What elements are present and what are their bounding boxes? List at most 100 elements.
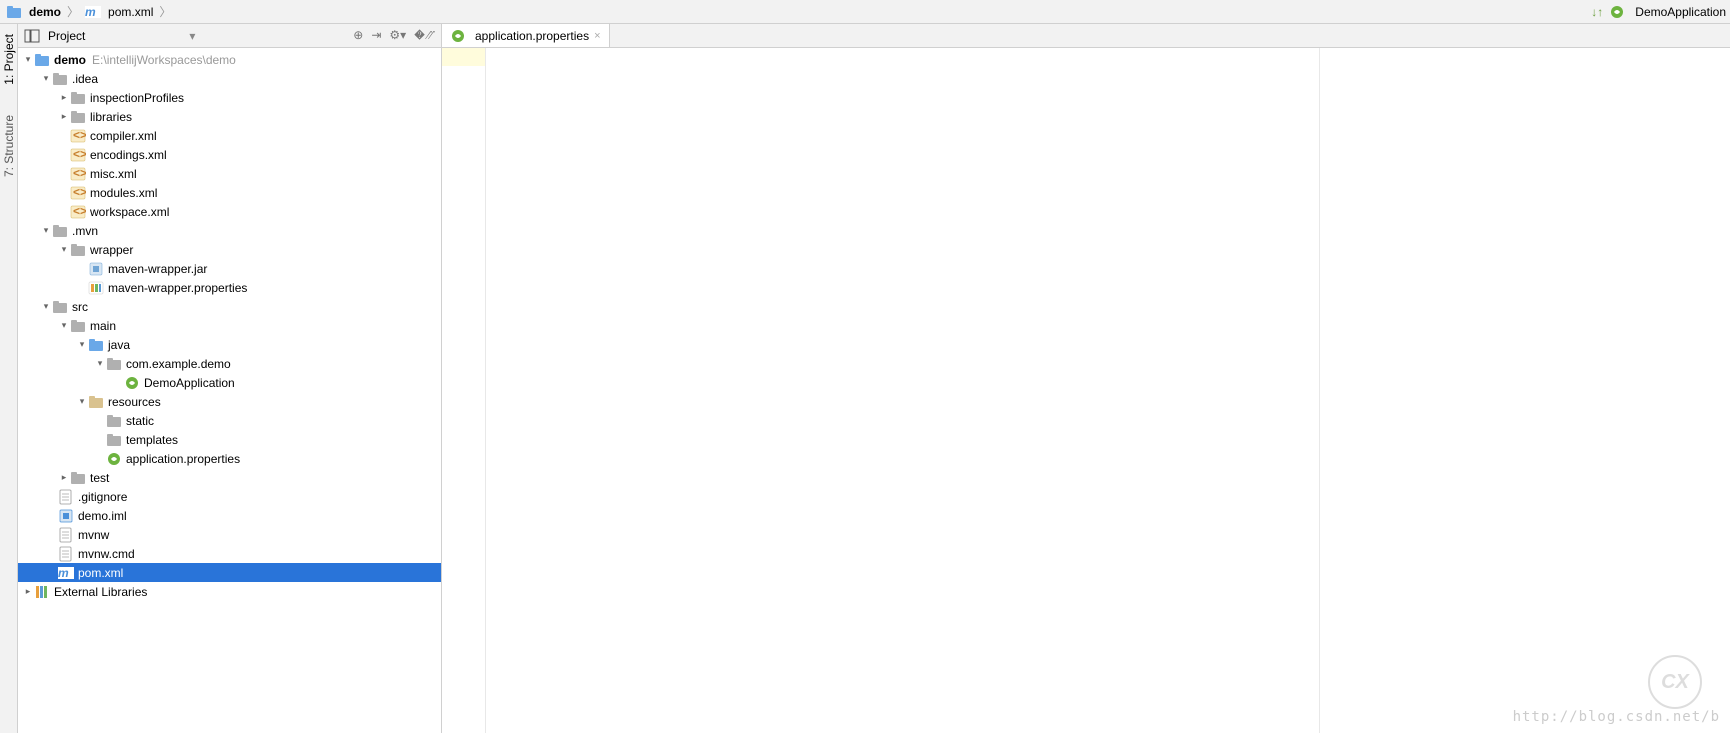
tree-node-pom[interactable]: pom.xml	[18, 563, 441, 582]
chevron-down-icon[interactable]: ▾	[40, 73, 52, 84]
tree-node-workspace[interactable]: workspace.xml	[18, 202, 441, 221]
tree-label: pom.xml	[78, 566, 123, 580]
chevron-down-icon[interactable]: ▾	[40, 225, 52, 236]
tree-node-mvn[interactable]: ▾ .mvn	[18, 221, 441, 240]
tree-label: mvnw	[78, 528, 109, 542]
chevron-right-icon[interactable]: ▸	[22, 586, 34, 597]
xml-icon	[70, 147, 86, 163]
tree-node-demoiml[interactable]: demo.iml	[18, 506, 441, 525]
gutter-highlight	[442, 48, 485, 66]
tree-label: static	[126, 414, 154, 428]
project-panel: Project ▾ ⊕ ⇥ ⚙▾ �⳼ ▾ demo E:\intellijWo…	[18, 24, 442, 733]
folder-icon	[52, 223, 68, 239]
chevron-down-icon[interactable]: ▾	[76, 339, 88, 350]
target-icon[interactable]: ⊕	[353, 28, 363, 43]
breadcrumb-label: demo	[29, 5, 61, 19]
tree-label: encodings.xml	[90, 148, 167, 162]
xml-icon	[70, 128, 86, 144]
editor-tab[interactable]: application.properties ×	[442, 24, 610, 47]
tree-node-mvnw[interactable]: mvnw	[18, 525, 441, 544]
resources-folder-icon	[88, 394, 104, 410]
folder-icon	[6, 4, 22, 20]
chevron-down-icon[interactable]: ▾	[40, 301, 52, 312]
dropdown-icon[interactable]: ▾	[189, 29, 195, 43]
xml-icon	[70, 166, 86, 182]
editor-content[interactable]	[486, 48, 1320, 733]
breadcrumb-item-root[interactable]: demo	[4, 4, 63, 20]
xml-icon	[70, 204, 86, 220]
tree-label: mvnw.cmd	[78, 547, 135, 561]
folder-icon	[52, 299, 68, 315]
tool-tab-structure[interactable]: 7: Structure	[2, 115, 16, 177]
tree-label: application.properties	[126, 452, 240, 466]
tree-node-resources[interactable]: ▾ resources	[18, 392, 441, 411]
chevron-right-icon[interactable]: ▸	[58, 472, 70, 483]
folder-icon	[70, 470, 86, 486]
breadcrumb: demo 〉 pom.xml 〉	[4, 3, 173, 20]
breadcrumb-item-file[interactable]: pom.xml	[83, 4, 155, 20]
tree-node-extlib[interactable]: ▸ External Libraries	[18, 582, 441, 601]
tree-node-encodings[interactable]: encodings.xml	[18, 145, 441, 164]
project-panel-header: Project ▾ ⊕ ⇥ ⚙▾ �⳼	[18, 24, 441, 48]
chevron-down-icon[interactable]: ▾	[58, 320, 70, 331]
tree-node-src[interactable]: ▾ src	[18, 297, 441, 316]
chevron-down-icon[interactable]: ▾	[94, 358, 106, 369]
tree-node-package[interactable]: ▾ com.example.demo	[18, 354, 441, 373]
tree-node-wrapper[interactable]: ▾ wrapper	[18, 240, 441, 259]
tree-node-misc[interactable]: misc.xml	[18, 164, 441, 183]
tree-node-gitignore[interactable]: .gitignore	[18, 487, 441, 506]
tree-node-static[interactable]: static	[18, 411, 441, 430]
folder-icon	[106, 432, 122, 448]
tree-node-test[interactable]: ▸ test	[18, 468, 441, 487]
file-icon	[58, 546, 74, 562]
editor-area: application.properties ×	[442, 24, 1730, 733]
tree-node-demoapp[interactable]: DemoApplication	[18, 373, 441, 392]
tree-node-templates[interactable]: templates	[18, 430, 441, 449]
tree-node-inspection[interactable]: ▸ inspectionProfiles	[18, 88, 441, 107]
tool-tab-label: 7: Structure	[2, 115, 16, 177]
chevron-down-icon[interactable]: ▾	[76, 396, 88, 407]
tree-label: wrapper	[90, 243, 133, 257]
tree-label: maven-wrapper.jar	[108, 262, 207, 276]
breadcrumb-bar: demo 〉 pom.xml 〉 ↓↑ DemoApplication	[0, 0, 1730, 24]
tree-node-appprops[interactable]: application.properties	[18, 449, 441, 468]
editor-tab-bar: application.properties ×	[442, 24, 1730, 48]
tree-label: demo	[54, 53, 86, 67]
tree-node-main[interactable]: ▾ main	[18, 316, 441, 335]
tree-node-compiler[interactable]: compiler.xml	[18, 126, 441, 145]
tree-node-java[interactable]: ▾ java	[18, 335, 441, 354]
project-tree[interactable]: ▾ demo E:\intellijWorkspaces\demo ▾ .ide…	[18, 48, 441, 733]
tree-node-libraries[interactable]: ▸ libraries	[18, 107, 441, 126]
tree-node-mvnjar[interactable]: maven-wrapper.jar	[18, 259, 441, 278]
tree-label: inspectionProfiles	[90, 91, 184, 105]
tree-label: DemoApplication	[144, 376, 235, 390]
package-icon	[106, 356, 122, 372]
chevron-right-icon[interactable]: ▸	[58, 92, 70, 103]
chevron-down-icon[interactable]: ▾	[22, 54, 34, 65]
tree-label: src	[72, 300, 88, 314]
file-icon	[58, 527, 74, 543]
collapse-all-icon[interactable]: ⇥	[371, 28, 381, 43]
hide-icon[interactable]: �⳼	[414, 28, 435, 43]
editor-body[interactable]	[442, 48, 1730, 733]
tree-node-mvnprops[interactable]: maven-wrapper.properties	[18, 278, 441, 297]
tree-label: .mvn	[72, 224, 98, 238]
chevron-right-icon[interactable]: ▸	[58, 111, 70, 122]
gear-icon[interactable]: ⚙▾	[389, 28, 406, 43]
tree-node-mvnwcmd[interactable]: mvnw.cmd	[18, 544, 441, 563]
top-right-toolbar: ↓↑ DemoApplication	[1591, 4, 1726, 20]
tree-node-idea[interactable]: ▾ .idea	[18, 69, 441, 88]
sort-icon[interactable]: ↓↑	[1591, 5, 1603, 19]
tree-label: test	[90, 471, 109, 485]
run-config-label[interactable]: DemoApplication	[1635, 5, 1726, 19]
xml-icon	[70, 185, 86, 201]
tree-label: java	[108, 338, 130, 352]
close-icon[interactable]: ×	[594, 30, 600, 42]
chevron-down-icon[interactable]: ▾	[58, 244, 70, 255]
tree-node-modules[interactable]: modules.xml	[18, 183, 441, 202]
tool-tab-project[interactable]: 1: Project	[2, 34, 16, 85]
spring-icon[interactable]	[1609, 4, 1625, 20]
tree-node-root[interactable]: ▾ demo E:\intellijWorkspaces\demo	[18, 50, 441, 69]
folder-icon	[70, 109, 86, 125]
library-icon	[34, 584, 50, 600]
